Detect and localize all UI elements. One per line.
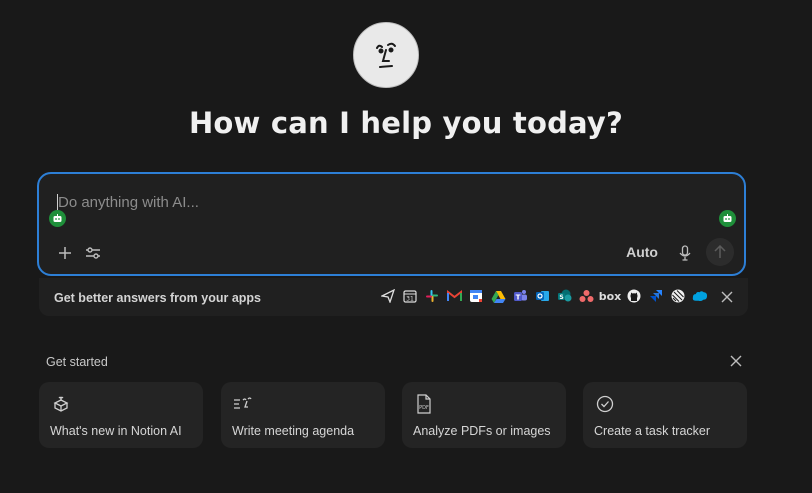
- model-mode-selector[interactable]: Auto: [626, 244, 658, 260]
- notion-ai-face-avatar: [353, 22, 419, 88]
- google-drive-icon: [490, 288, 506, 304]
- send-icon: [380, 288, 396, 304]
- bot-icon: [49, 210, 66, 227]
- notion-ai-face-icon: [376, 42, 396, 68]
- settings-sliders-button[interactable]: [82, 242, 104, 264]
- app-icons-row: 31 T S box: [380, 288, 708, 304]
- svg-text:31: 31: [406, 296, 414, 303]
- microphone-button[interactable]: [674, 242, 696, 264]
- prompt-input[interactable]: Do anything with AI...: [58, 194, 199, 211]
- google-calendar-icon: [468, 288, 484, 304]
- svg-text:S: S: [559, 294, 563, 301]
- suggestion-card-meeting-agenda[interactable]: Write meeting agenda: [221, 382, 385, 448]
- gift-box-icon: [51, 394, 71, 414]
- slack-icon: [424, 288, 440, 304]
- calendar-icon: 31: [402, 288, 418, 304]
- gmail-icon: [446, 288, 462, 304]
- connect-apps-label: Get better answers from your apps: [54, 291, 262, 305]
- close-icon: [730, 355, 742, 367]
- sharepoint-icon: S: [556, 288, 572, 304]
- connect-apps-bar[interactable]: Get better answers from your apps 31 T S…: [39, 278, 748, 316]
- suggestion-card-task-tracker[interactable]: Create a task tracker: [583, 382, 747, 448]
- salesforce-icon: [692, 288, 708, 304]
- svg-text:T: T: [515, 294, 520, 302]
- get-started-heading: Get started: [46, 355, 108, 369]
- github-icon: [626, 288, 642, 304]
- box-logo: box: [598, 289, 622, 303]
- sliders-icon: [86, 247, 100, 259]
- outlook-icon: [534, 288, 550, 304]
- suggestion-card-label: Create a task tracker: [594, 424, 711, 438]
- pdf-file-icon: PDF: [414, 394, 434, 414]
- suggestion-card-label: Analyze PDFs or images: [413, 424, 551, 438]
- dismiss-get-started-button[interactable]: [727, 352, 745, 370]
- dismiss-apps-button[interactable]: [718, 288, 736, 306]
- write-ai-icon: [233, 394, 253, 414]
- linear-icon: [670, 288, 686, 304]
- send-button[interactable]: [706, 238, 734, 266]
- suggestion-card-whats-new[interactable]: What's new in Notion AI: [39, 382, 203, 448]
- page-title: How can I help you today?: [188, 106, 624, 140]
- arrow-up-icon: [714, 245, 726, 258]
- bot-icon: [719, 210, 736, 227]
- jira-icon: [648, 288, 664, 304]
- suggestion-card-label: What's new in Notion AI: [50, 424, 182, 438]
- plus-icon: [59, 247, 71, 259]
- teams-icon: T: [512, 288, 528, 304]
- close-icon: [721, 291, 733, 303]
- add-attachment-button[interactable]: [54, 242, 76, 264]
- microphone-icon: [679, 245, 691, 261]
- ai-prompt-composer[interactable]: Do anything with AI... Auto: [37, 172, 746, 276]
- asana-icon: [578, 288, 594, 304]
- suggestion-card-analyze-pdfs[interactable]: PDF Analyze PDFs or images: [402, 382, 566, 448]
- check-circle-icon: [595, 394, 615, 414]
- suggestion-card-label: Write meeting agenda: [232, 424, 355, 438]
- svg-text:PDF: PDF: [419, 405, 429, 411]
